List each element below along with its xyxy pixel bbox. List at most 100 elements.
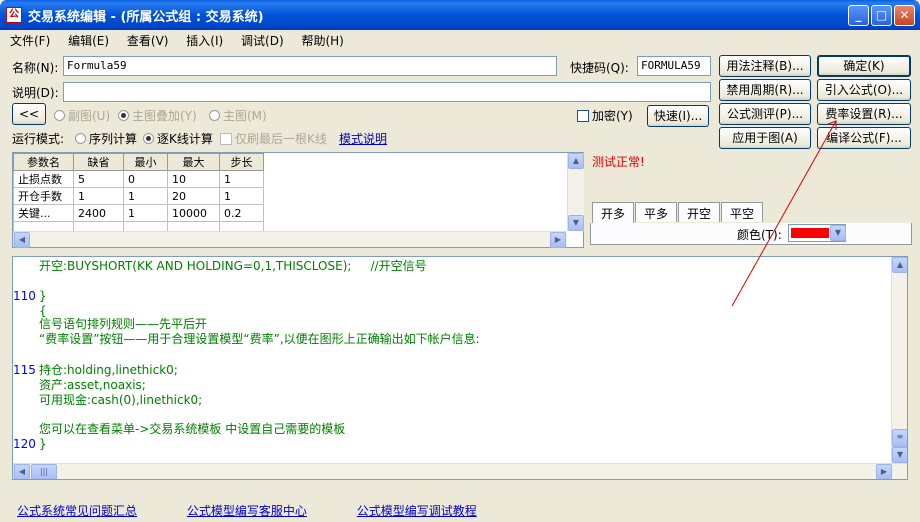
radio-selected-icon: [118, 110, 129, 121]
maximize-button[interactable]: □: [871, 5, 892, 26]
scroll-up-icon[interactable]: ▲: [568, 153, 584, 169]
hotkey-label: 快捷码(Q):: [570, 61, 629, 75]
collapse-button[interactable]: <<: [12, 103, 46, 125]
table-cell[interactable]: 0.2: [219, 204, 264, 222]
code-editor[interactable]: 开空:BUYSHORT(KK AND HOLDING=0,1,THISCLOSE…: [12, 256, 908, 480]
scroll-thumb[interactable]: ≡: [892, 429, 907, 447]
radio-icon: [209, 110, 220, 121]
tutorial-link[interactable]: 公式模型编写调试教程: [357, 504, 477, 518]
table-cell[interactable]: 关键...: [13, 204, 74, 222]
import-formula-button[interactable]: 引入公式(O)...: [817, 79, 911, 101]
table-cell[interactable]: 0: [123, 170, 168, 188]
scroll-down-icon[interactable]: ▼: [568, 215, 584, 231]
formula-test-button[interactable]: 公式测评(P)...: [719, 103, 811, 125]
table-cell[interactable]: 10: [167, 170, 220, 188]
chevron-down-icon: ▼: [830, 225, 846, 241]
mode-help-link[interactable]: 模式说明: [339, 130, 387, 147]
tab-close-long[interactable]: 平多: [635, 202, 678, 222]
col-header: 缺省: [73, 153, 124, 171]
table-cell[interactable]: 1: [123, 187, 168, 205]
params-hscrollbar[interactable]: ◀ ▶: [13, 231, 567, 248]
apply-to-chart-button[interactable]: 应用于图(A): [719, 127, 811, 149]
table-cell[interactable]: 止损点数: [13, 170, 74, 188]
scroll-down-icon[interactable]: ▼: [892, 447, 907, 463]
title-bar: 公 交易系统编辑 - (所属公式组 : 交易系统) _ □ ✕: [0, 0, 920, 30]
faq-link[interactable]: 公式系统常见问题汇总: [17, 504, 137, 518]
name-input[interactable]: Formula59: [63, 56, 557, 76]
table-cell[interactable]: 10000: [167, 204, 220, 222]
table-cell[interactable]: 5: [73, 170, 124, 188]
desc-input[interactable]: [63, 82, 711, 102]
hscroll-thumb[interactable]: |||: [31, 464, 57, 479]
scroll-up-icon[interactable]: ▲: [892, 257, 907, 273]
app-icon: 公: [6, 7, 22, 23]
menu-insert[interactable]: 插入(I): [186, 34, 223, 48]
table-row[interactable]: 止损点数 5 0 10 1: [13, 170, 264, 188]
minimize-button[interactable]: _: [848, 5, 869, 26]
ok-button[interactable]: 确定(K): [817, 55, 911, 77]
col-header: 最小: [123, 153, 168, 171]
run-seq-radio[interactable]: 序列计算: [75, 130, 137, 147]
tab-open-long[interactable]: 开多: [592, 202, 635, 224]
menu-view[interactable]: 查看(V): [127, 34, 169, 48]
run-mode-label: 运行模式:: [12, 132, 65, 146]
col-header: 步长: [219, 153, 264, 171]
col-header: 参数名: [13, 153, 74, 171]
params-grid: 参数名 缺省 最小 最大 步长 止损点数 5 0 10 1 开仓手数 1 1 2…: [12, 152, 584, 248]
scroll-left-icon[interactable]: ◀: [14, 232, 30, 248]
radio-selected-icon: [143, 133, 154, 144]
color-swatch: [791, 228, 829, 238]
disable-period-button[interactable]: 禁用周期(R)...: [719, 79, 811, 101]
checkbox-icon: [577, 110, 589, 122]
mode-sub-radio[interactable]: 副图(U): [54, 107, 110, 124]
scroll-left-icon[interactable]: ◀: [14, 464, 30, 479]
fee-settings-button[interactable]: 费率设置(R)...: [817, 103, 911, 125]
table-cell[interactable]: 1: [73, 187, 124, 205]
hotkey-input[interactable]: FORMULA59: [637, 56, 711, 76]
mode-main-radio[interactable]: 主图(M): [209, 107, 267, 124]
run-bar-radio[interactable]: 逐K线计算: [143, 130, 213, 147]
table-cell[interactable]: 20: [167, 187, 220, 205]
password-checkbox[interactable]: 加密(Y): [577, 107, 633, 124]
close-button[interactable]: ✕: [894, 5, 915, 26]
table-cell[interactable]: 2400: [73, 204, 124, 222]
usage-notes-button[interactable]: 用法注释(B)...: [719, 55, 811, 77]
desc-label: 说明(D):: [12, 86, 59, 100]
test-status: 测试正常!: [592, 155, 645, 169]
menu-file[interactable]: 文件(F): [10, 34, 50, 48]
checkbox-icon: [220, 133, 232, 145]
radio-icon: [54, 110, 65, 121]
menu-edit[interactable]: 编辑(E): [68, 34, 109, 48]
table-cell[interactable]: 1: [123, 204, 168, 222]
menu-debug[interactable]: 调试(D): [241, 34, 284, 48]
color-select[interactable]: ▼: [788, 224, 846, 242]
signal-tabs: 开多 平多 开空 平空: [592, 202, 764, 224]
radio-icon: [75, 133, 86, 144]
name-label: 名称(N):: [12, 61, 59, 75]
fast-button[interactable]: 快速(I)...: [647, 105, 709, 127]
params-table: 参数名 缺省 最小 最大 步长 止损点数 5 0 10 1 开仓手数 1 1 2…: [13, 153, 264, 239]
bottom-links: 公式系统常见问题汇总 公式模型编写客服中心 公式模型编写调试教程: [17, 502, 523, 519]
table-cell[interactable]: 开仓手数: [13, 187, 74, 205]
params-header-row: 参数名 缺省 最小 最大 步长: [13, 153, 264, 171]
scroll-right-icon[interactable]: ▶: [876, 464, 892, 479]
support-center-link[interactable]: 公式模型编写客服中心: [187, 504, 307, 518]
menu-help[interactable]: 帮助(H): [301, 34, 343, 48]
table-row[interactable]: 关键... 2400 1 10000 0.2: [13, 204, 264, 222]
col-header: 最大: [167, 153, 220, 171]
tab-open-short[interactable]: 开空: [678, 202, 721, 222]
compile-formula-button[interactable]: 编译公式(F)...: [817, 127, 911, 149]
menu-bar: 文件(F) 编辑(E) 查看(V) 插入(I) 调试(D) 帮助(H): [10, 32, 358, 50]
mode-overlay-radio[interactable]: 主图叠加(Y): [118, 107, 197, 124]
table-cell[interactable]: 1: [219, 170, 264, 188]
code-vscrollbar[interactable]: ▲ ≡ ▼: [891, 257, 907, 463]
tab-close-short[interactable]: 平空: [721, 202, 764, 222]
table-row[interactable]: 开仓手数 1 1 20 1: [13, 187, 264, 205]
color-label: 颜色(T):: [737, 228, 782, 242]
last-bar-only-checkbox[interactable]: 仅刷最后一根K线: [220, 130, 327, 147]
window-title: 交易系统编辑 - (所属公式组 : 交易系统): [28, 10, 264, 25]
table-cell[interactable]: 1: [219, 187, 264, 205]
params-vscrollbar[interactable]: ▲ ▼: [567, 153, 584, 231]
code-hscrollbar[interactable]: ◀ ||| ▶: [13, 463, 907, 479]
scroll-right-icon[interactable]: ▶: [550, 232, 566, 248]
